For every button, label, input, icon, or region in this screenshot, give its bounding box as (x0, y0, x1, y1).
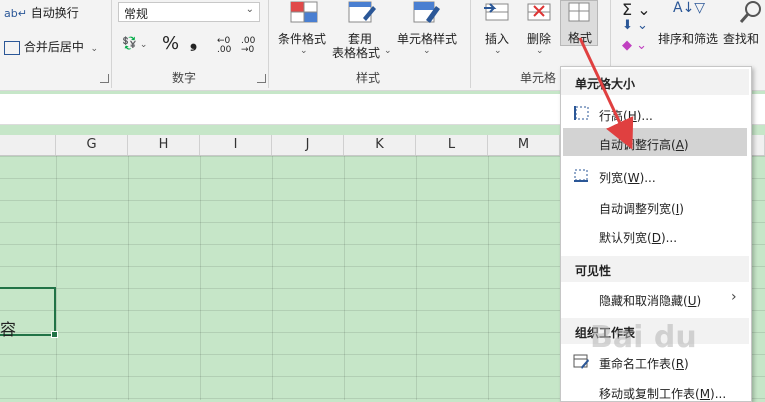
menu-item-autofit-row-height[interactable]: 自动调整行高(A) (599, 136, 689, 153)
format-icon (568, 2, 590, 22)
currency-format-button[interactable]: 💱 ⌄ (122, 36, 147, 50)
chevron-down-icon: ⌄ (300, 46, 308, 56)
menu-item-column-width[interactable]: 列宽(W)... (599, 169, 656, 186)
cell-styles-icon (413, 1, 440, 23)
alignment-launcher-icon[interactable] (100, 74, 109, 83)
column-header-l[interactable]: L (416, 135, 488, 155)
menu-heading-visibility: 可见性 (575, 264, 612, 278)
group-label-number: 数字 (172, 71, 197, 85)
gridline (416, 156, 417, 400)
insert-icon (484, 3, 509, 21)
chevron-down-icon: ⌄ (245, 4, 254, 15)
gridline (272, 156, 273, 400)
column-header-k[interactable]: K (344, 135, 416, 155)
fill-handle[interactable] (51, 331, 58, 338)
number-format-select[interactable]: 常规 ⌄ (118, 2, 260, 22)
gridline (56, 156, 57, 400)
menu-item-rename-sheet[interactable]: 重命名工作表(R) (599, 355, 689, 372)
divider (111, 0, 112, 88)
gridline (488, 156, 489, 400)
increase-decimal-icon[interactable]: ←0.00 (217, 37, 231, 55)
column-header-g[interactable]: G (56, 135, 128, 155)
column-header-m[interactable]: M (488, 135, 560, 155)
decrease-decimal-icon[interactable]: .00 →0 (241, 37, 255, 55)
column-header-i[interactable]: I (200, 135, 272, 155)
row-height-icon (574, 106, 589, 120)
divider (470, 0, 471, 88)
conditional-format-icon (290, 1, 318, 23)
chevron-down-icon: ⌄ (384, 46, 392, 56)
column-header[interactable] (0, 135, 56, 155)
delete-icon (527, 3, 551, 21)
gridline (200, 156, 201, 400)
format-button[interactable]: 格式 (560, 0, 598, 46)
chevron-down-icon: ⌄ (87, 44, 99, 54)
group-label-cells: 单元格 (520, 71, 557, 85)
group-label-styles: 样式 (356, 71, 381, 85)
number-launcher-icon[interactable] (257, 74, 266, 83)
cell-text: 容 (0, 320, 17, 339)
column-header-h[interactable]: H (128, 135, 200, 155)
menu-heading-cell-size: 单元格大小 (575, 77, 636, 91)
menu-item-move-copy-sheet[interactable]: 移动或复制工作表(M)... (599, 385, 726, 402)
merge-center-icon (4, 40, 20, 55)
autosum-icon[interactable]: Σ ⌄ (622, 0, 651, 19)
menu-item-autofit-column-width[interactable]: 自动调整列宽(I) (599, 200, 684, 217)
merge-center-button[interactable]: 合并后居中 ⌄ (4, 38, 98, 55)
fill-icon[interactable]: ⬇ ⌄ (622, 18, 648, 33)
rename-sheet-icon (573, 354, 589, 369)
divider (268, 0, 269, 88)
wrap-text-icon: ab↵ (4, 7, 27, 20)
clear-icon[interactable]: ◆ ⌄ (622, 38, 647, 53)
chevron-down-icon: ⌄ (536, 46, 544, 56)
sort-filter-icon: A↓▽ (673, 0, 706, 16)
chevron-down-icon: ⌄ (494, 46, 502, 56)
column-header-j[interactable]: J (272, 135, 344, 155)
watermark: Bai du (590, 320, 697, 355)
chevron-down-icon: ⌄ (423, 46, 431, 56)
gridline (128, 156, 129, 400)
percent-button[interactable]: % (162, 33, 179, 54)
wrap-text-button[interactable]: ab↵ 自动换行 (4, 4, 79, 21)
chevron-right-icon: › (731, 289, 737, 305)
currency-icon: 💱 (122, 36, 137, 50)
gridline (344, 156, 345, 400)
comma-button[interactable]: ❟ (190, 31, 197, 52)
format-as-table-icon (348, 1, 376, 23)
menu-item-hide-unhide[interactable]: 隐藏和取消隐藏(U) (599, 292, 701, 309)
search-icon (739, 1, 761, 23)
column-width-icon (574, 169, 588, 182)
menu-item-default-width[interactable]: 默认列宽(D)... (599, 229, 677, 246)
menu-item-row-height[interactable]: 行高(H)... (599, 107, 653, 124)
